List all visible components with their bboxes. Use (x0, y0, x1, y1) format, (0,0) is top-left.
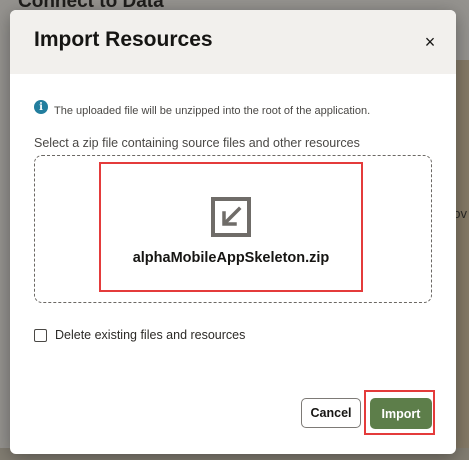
dialog-header: Import Resources × (10, 10, 456, 74)
delete-existing-label: Delete existing files and resources (55, 328, 246, 342)
file-select-label: Select a zip file containing source file… (34, 136, 360, 150)
close-icon: × (424, 31, 436, 52)
import-arrow-icon (211, 197, 251, 237)
import-button[interactable]: Import (370, 398, 432, 429)
delete-existing-checkbox[interactable] (34, 328, 47, 342)
file-name: alphaMobileAppSkeleton.zip (132, 250, 330, 266)
info-icon: i (34, 100, 48, 114)
info-text: The uploaded file will be unzipped into … (54, 105, 371, 117)
cancel-button[interactable]: Cancel (301, 398, 361, 428)
close-button[interactable]: × (418, 30, 442, 54)
import-resources-dialog: Import Resources × i The uploaded file w… (10, 10, 456, 454)
selected-file-card[interactable]: alphaMobileAppSkeleton.zip (99, 162, 363, 292)
dialog-title: Import Resources (34, 28, 213, 51)
delete-existing-option[interactable]: Delete existing files and resources (34, 328, 245, 342)
file-dropzone[interactable]: alphaMobileAppSkeleton.zip (34, 155, 432, 303)
info-message: i The uploaded file will be unzipped int… (34, 100, 371, 117)
